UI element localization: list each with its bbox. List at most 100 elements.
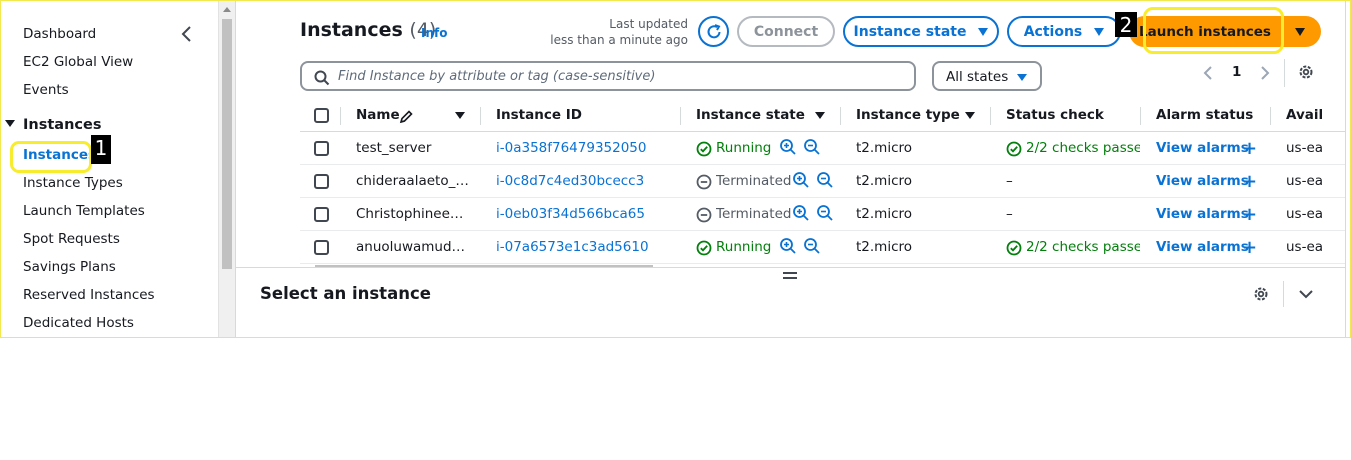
table-row[interactable]: Christophinee… i-0eb03f34d566bca65 Termi… <box>300 198 1350 231</box>
add-alarm-icon[interactable]: + <box>1242 204 1257 225</box>
column-divider <box>680 107 681 125</box>
instance-state: Running <box>716 239 772 255</box>
column-header-instance-type[interactable]: Instance type <box>856 107 960 123</box>
caret-down-icon <box>1295 28 1305 36</box>
zoom-out-icon[interactable] <box>803 138 821 156</box>
info-link[interactable]: Info <box>421 26 447 40</box>
zoom-out-icon[interactable] <box>816 204 834 222</box>
sidebar-item-reserved-instances[interactable]: Reserved Instances <box>23 287 155 303</box>
sidebar-item-savings-plans[interactable]: Savings Plans <box>23 259 116 275</box>
sort-icon[interactable] <box>965 112 975 119</box>
instance-type: t2.micro <box>856 206 913 222</box>
split-panel-divider <box>236 267 1346 268</box>
zoom-in-icon[interactable] <box>792 204 810 222</box>
sidebar-item-launch-templates[interactable]: Launch Templates <box>23 203 145 219</box>
scroll-up-arrow-icon[interactable] <box>223 7 231 12</box>
chevron-left-icon[interactable] <box>1201 65 1215 81</box>
column-header-name[interactable]: Name <box>356 107 400 123</box>
instance-id-link[interactable]: i-0eb03f34d566bca65 <box>496 206 645 222</box>
instance-type: t2.micro <box>856 173 913 189</box>
sidebar-item-events[interactable]: Events <box>23 82 69 98</box>
availability-zone: us-ea <box>1286 206 1324 222</box>
sidebar: Dashboard EC2 Global View Events Instanc… <box>1 1 219 337</box>
sort-icon[interactable] <box>455 112 465 119</box>
check-circle-icon <box>696 141 712 157</box>
column-header-alarm-status[interactable]: Alarm status <box>1156 107 1253 123</box>
refresh-button[interactable] <box>698 16 729 47</box>
table-row[interactable]: test_server i-0a358f76479352050 Running … <box>300 132 1350 165</box>
status-check: 2/2 checks passed <box>1026 239 1140 255</box>
zoom-in-icon[interactable] <box>779 237 797 255</box>
sidebar-item-dashboard[interactable]: Dashboard <box>23 26 96 42</box>
table-header: Name Instance ID Instance state Instance… <box>300 99 1350 132</box>
row-checkbox[interactable] <box>314 240 329 255</box>
instance-id-link[interactable]: i-0c8d7c4ed30bcecc3 <box>496 173 644 189</box>
add-alarm-icon[interactable]: + <box>1242 171 1257 192</box>
instance-state: Terminated <box>716 206 792 222</box>
details-divider <box>1283 281 1284 307</box>
resize-handle-icon[interactable] <box>783 272 797 280</box>
table-row[interactable]: anuoluwamud… i-07a6573e1c3ad5610 Running… <box>300 231 1350 264</box>
add-alarm-icon[interactable]: + <box>1242 237 1257 258</box>
edit-pencil-icon[interactable] <box>398 109 414 125</box>
launch-instances-dropdown[interactable] <box>1283 16 1321 47</box>
chevron-down-icon[interactable] <box>1298 288 1314 300</box>
states-select[interactable]: All states <box>932 61 1042 91</box>
column-header-instance-id[interactable]: Instance ID <box>496 107 582 123</box>
page-title: Instances (4) <box>300 19 437 41</box>
column-divider <box>1140 107 1141 125</box>
view-alarms-link[interactable]: View alarms <box>1156 173 1249 189</box>
table-row[interactable]: chideraalaeto_… i-0c8d7c4ed30bcecc3 Term… <box>300 165 1350 198</box>
last-updated-text: Last updated less than a minute ago <box>550 17 688 47</box>
instance-type: t2.micro <box>856 239 913 255</box>
row-checkbox[interactable] <box>314 141 329 156</box>
column-divider <box>990 107 991 125</box>
scroll-thumb[interactable] <box>222 19 232 269</box>
gear-icon[interactable] <box>1252 285 1270 303</box>
availability-zone: us-ea <box>1286 140 1324 156</box>
zoom-out-icon[interactable] <box>816 171 834 189</box>
instance-id-link[interactable]: i-07a6573e1c3ad5610 <box>496 239 649 255</box>
add-alarm-icon[interactable]: + <box>1242 138 1257 159</box>
search-input[interactable]: Find Instance by attribute or tag (case-… <box>300 61 916 91</box>
gear-icon[interactable] <box>1297 63 1315 81</box>
column-header-status-check[interactable]: Status check <box>1006 107 1104 123</box>
page-number[interactable]: 1 <box>1232 64 1241 80</box>
highlight-box-1 <box>10 141 92 173</box>
status-check: – <box>1006 206 1013 222</box>
panel-divider <box>235 1 236 337</box>
column-divider <box>840 107 841 125</box>
caret-down-icon <box>1094 27 1105 36</box>
instance-id-link[interactable]: i-0a358f76479352050 <box>496 140 646 156</box>
zoom-out-icon[interactable] <box>803 237 821 255</box>
step-marker-2: 2 <box>1115 12 1137 37</box>
column-divider <box>1270 107 1271 125</box>
view-alarms-link[interactable]: View alarms <box>1156 206 1249 222</box>
zoom-in-icon[interactable] <box>779 138 797 156</box>
sidebar-item-spot-requests[interactable]: Spot Requests <box>23 231 120 247</box>
sidebar-item-global-view[interactable]: EC2 Global View <box>23 54 133 70</box>
status-check: – <box>1006 173 1013 189</box>
instance-state-button[interactable]: Instance state <box>843 16 999 47</box>
column-divider <box>480 107 481 125</box>
sidebar-item-dedicated-hosts[interactable]: Dedicated Hosts <box>23 315 134 331</box>
sidebar-item-instance-types[interactable]: Instance Types <box>23 175 123 191</box>
availability-zone: us-ea <box>1286 173 1324 189</box>
row-checkbox[interactable] <box>314 174 329 189</box>
row-checkbox[interactable] <box>314 207 329 222</box>
sidebar-scrollbar[interactable] <box>218 1 235 337</box>
chevron-right-icon[interactable] <box>1258 65 1272 81</box>
zoom-in-icon[interactable] <box>792 171 810 189</box>
connect-button[interactable]: Connect <box>737 16 835 47</box>
sort-icon[interactable] <box>815 112 825 119</box>
caret-down-icon <box>1017 74 1027 81</box>
sidebar-section-instances[interactable]: Instances <box>5 117 101 133</box>
view-alarms-link[interactable]: View alarms <box>1156 239 1249 255</box>
select-all-checkbox[interactable] <box>314 108 329 123</box>
chevron-left-icon[interactable] <box>179 25 195 43</box>
column-header-availability-zone[interactable]: Avail <box>1286 107 1323 123</box>
minus-circle-icon <box>696 174 712 190</box>
actions-button[interactable]: Actions <box>1007 16 1121 47</box>
view-alarms-link[interactable]: View alarms <box>1156 140 1249 156</box>
column-header-instance-state[interactable]: Instance state <box>696 107 805 123</box>
